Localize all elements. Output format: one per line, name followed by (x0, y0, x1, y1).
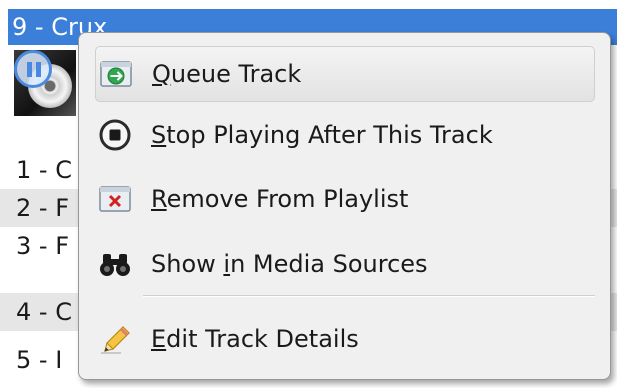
menu-item-edit-track-details[interactable]: Edit Track Details (95, 311, 595, 367)
track-label: 2 - F (16, 194, 69, 222)
track-label: 4 - C (16, 298, 72, 326)
menu-item-label: Remove From Playlist (151, 185, 409, 213)
menu-item-label: Edit Track Details (151, 325, 359, 353)
menu-item-remove-from-playlist[interactable]: Remove From Playlist (95, 171, 595, 227)
menu-item-queue-track[interactable]: Queue Track (95, 46, 595, 102)
menu-separator (143, 295, 595, 297)
track-context-menu: Queue Track Stop Playing After This Trac… (78, 32, 611, 380)
track-label: 3 - F (16, 232, 69, 260)
track-label: 5 - I (16, 346, 63, 374)
menu-item-stop-after-track[interactable]: Stop Playing After This Track (95, 107, 595, 163)
binoculars-icon (97, 246, 133, 282)
remove-from-playlist-icon (97, 181, 133, 217)
menu-item-label: Show in Media Sources (151, 250, 428, 278)
menu-item-show-in-media-sources[interactable]: Show in Media Sources (95, 236, 595, 292)
pause-indicator-icon[interactable] (14, 50, 52, 88)
menu-item-label: Stop Playing After This Track (151, 121, 493, 149)
track-label: 1 - C (16, 156, 72, 184)
stop-icon (97, 117, 133, 153)
menu-item-label: Queue Track (152, 60, 302, 88)
queue-track-icon (98, 56, 134, 92)
pencil-icon (97, 321, 133, 357)
screenshot-viewport: 9 - Crux 1 - C 2 - F 3 - F 4 - C 5 - I Q… (0, 0, 617, 388)
